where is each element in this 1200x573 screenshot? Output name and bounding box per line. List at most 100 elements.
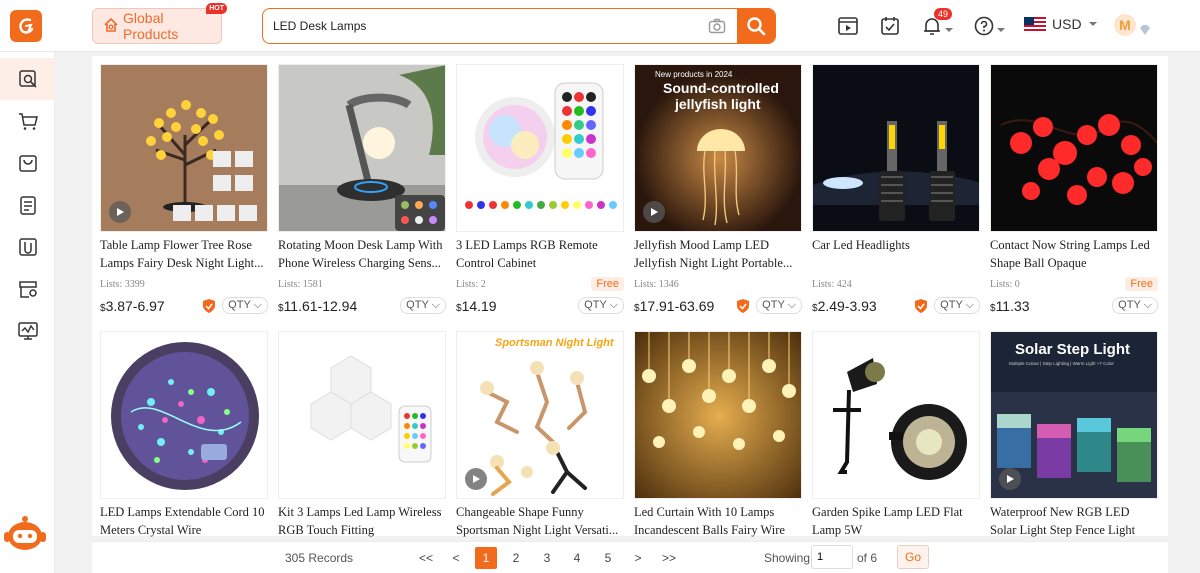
page-number-input[interactable]	[811, 545, 853, 569]
product-card[interactable]: Led Curtain With 10 Lamps Incandescent B…	[634, 331, 802, 539]
play-video-icon[interactable]	[643, 201, 665, 223]
product-card[interactable]: New products in 2024 Sound-controlled jell…	[634, 64, 802, 314]
svg-text:Multiple Colour | Step Lightin: Multiple Colour | Step Lighting | Warm L…	[1009, 361, 1114, 366]
clip-icon	[18, 238, 37, 256]
qty-dropdown[interactable]: QTY ⌵	[1112, 297, 1158, 314]
house-icon	[103, 17, 119, 36]
search-icon	[747, 17, 766, 36]
app-logo[interactable]	[10, 10, 42, 42]
camera-search-icon[interactable]	[697, 9, 737, 43]
showing-label: Showing:	[764, 551, 814, 565]
product-card[interactable]: 3 LED Lamps RGB Remote Control Cabinet L…	[456, 64, 624, 314]
product-image[interactable]: New products in 2024 Sound-controlled jell…	[634, 64, 802, 232]
product-title[interactable]: LED Lamps Extendable Cord 10 Meters Crys…	[100, 503, 268, 539]
avatar[interactable]: M	[1114, 14, 1136, 36]
shipping-shield-icon	[203, 298, 216, 313]
product-title[interactable]: Contact Now String Lamps Led Shape Ball …	[990, 236, 1158, 272]
product-image[interactable]	[100, 64, 268, 232]
product-image[interactable]: Solar Step Light Multiple Colour | Step L…	[990, 331, 1158, 499]
sidebar-item-orders[interactable]	[0, 184, 55, 226]
product-image[interactable]	[278, 64, 446, 232]
product-title[interactable]: Table Lamp Flower Tree Rose Lamps Fairy …	[100, 236, 268, 272]
product-image[interactable]	[278, 331, 446, 499]
product-card[interactable]: Car Led Headlights Lists: 424 $2.49-3.93…	[812, 64, 980, 314]
global-products-button[interactable]: Global Products HOT	[92, 3, 227, 44]
play-video-icon[interactable]	[999, 468, 1021, 490]
product-title[interactable]: 3 LED Lamps RGB Remote Control Cabinet	[456, 236, 624, 272]
product-title[interactable]: Waterproof New RGB LED Solar Light Step …	[990, 503, 1158, 539]
product-lists-count: Lists: 2	[456, 278, 486, 290]
product-image[interactable]	[634, 331, 802, 499]
product-card[interactable]: Garden Spike Lamp LED Flat Lamp 5W	[812, 331, 980, 539]
page-button[interactable]: 4	[566, 547, 588, 569]
qty-dropdown[interactable]: QTY ⌵	[400, 297, 446, 314]
product-image[interactable]	[812, 64, 980, 232]
chevron-down-icon[interactable]	[944, 18, 954, 42]
video-icon[interactable]	[836, 14, 860, 38]
play-video-icon[interactable]	[109, 201, 131, 223]
product-image[interactable]	[990, 64, 1158, 232]
page-button[interactable]: 2	[505, 547, 527, 569]
product-image[interactable]	[812, 331, 980, 499]
qty-dropdown[interactable]: QTY ⌵	[578, 297, 624, 314]
last-page-button[interactable]: >>	[658, 547, 680, 569]
task-check-icon[interactable]	[878, 14, 902, 38]
shipping-shield-icon	[737, 298, 750, 313]
analytics-monitor-icon	[17, 322, 38, 340]
product-image[interactable]: Sportsman Night Light	[456, 331, 624, 499]
product-price: $17.91-63.69	[634, 297, 715, 314]
sidebar-item-cart[interactable]	[0, 100, 55, 142]
store-settings-icon	[18, 281, 37, 298]
svg-text:Sportsman Night Light: Sportsman Night Light	[495, 337, 615, 349]
product-price: $11.33	[990, 297, 1030, 314]
currency-label: USD	[1052, 16, 1082, 32]
product-title[interactable]: Kit 3 Lamps Led Lamp Wireless RGB Touch …	[278, 503, 446, 539]
help-chevron-down-icon[interactable]	[996, 18, 1006, 42]
search-bar	[262, 8, 776, 44]
product-price: $2.49-3.93	[812, 297, 877, 314]
product-title[interactable]: Changeable Shape Funny Sportsman Night L…	[456, 503, 624, 539]
product-card[interactable]: Rotating Moon Desk Lamp With Phone Wirel…	[278, 64, 446, 314]
product-title[interactable]: Jellyfish Mood Lamp LED Jellyfish Night …	[634, 236, 802, 272]
play-video-icon[interactable]	[465, 468, 487, 490]
product-card[interactable]: Kit 3 Lamps Led Lamp Wireless RGB Touch …	[278, 331, 446, 539]
first-page-button[interactable]: <<	[415, 547, 437, 569]
free-shipping-tag: Free	[1125, 277, 1158, 291]
sidebar-item-clip[interactable]	[0, 226, 55, 268]
product-card[interactable]: Contact Now String Lamps Led Shape Ball …	[990, 64, 1158, 314]
product-card[interactable]: Sportsman Night Light Changeable Shape F…	[456, 331, 624, 539]
product-image[interactable]	[456, 64, 624, 232]
product-title[interactable]: Car Led Headlights	[812, 236, 980, 272]
product-image[interactable]	[100, 331, 268, 499]
product-title[interactable]: Garden Spike Lamp LED Flat Lamp 5W	[812, 503, 980, 539]
svg-text:Solar Step Light: Solar Step Light	[1015, 341, 1130, 358]
product-card[interactable]: Solar Step Light Multiple Colour | Step L…	[990, 331, 1158, 539]
qty-dropdown[interactable]: QTY ⌵	[222, 297, 268, 314]
help-icon[interactable]	[972, 14, 996, 38]
sidebar-item-analytics[interactable]	[0, 310, 55, 352]
go-button[interactable]: Go	[897, 545, 929, 569]
qty-dropdown[interactable]: QTY ⌵	[756, 297, 802, 314]
qty-dropdown[interactable]: QTY ⌵	[934, 297, 980, 314]
left-sidebar	[0, 52, 55, 573]
shipping-shield-icon	[915, 298, 928, 313]
avatar-diamond-icon[interactable]	[1138, 18, 1152, 42]
currency-selector[interactable]: USD	[1024, 16, 1098, 32]
sidebar-item-bag[interactable]	[0, 142, 55, 184]
assistant-robot-icon[interactable]	[2, 510, 48, 556]
product-lists-count: Lists: 3399	[100, 278, 145, 290]
search-input[interactable]	[263, 9, 697, 43]
product-title[interactable]: Led Curtain With 10 Lamps Incandescent B…	[634, 503, 802, 539]
search-button[interactable]	[737, 9, 775, 43]
product-title[interactable]: Rotating Moon Desk Lamp With Phone Wirel…	[278, 236, 446, 272]
prev-page-button[interactable]: <	[445, 547, 467, 569]
page-button[interactable]: 1	[475, 547, 497, 569]
product-lists-count: Lists: 424	[812, 278, 852, 290]
next-page-button[interactable]: >	[627, 547, 649, 569]
page-button[interactable]: 3	[536, 547, 558, 569]
product-card[interactable]: LED Lamps Extendable Cord 10 Meters Crys…	[100, 331, 268, 539]
sidebar-item-store[interactable]	[0, 268, 55, 310]
product-card[interactable]: Table Lamp Flower Tree Rose Lamps Fairy …	[100, 64, 268, 314]
sidebar-item-product-search[interactable]	[0, 58, 55, 100]
page-button[interactable]: 5	[597, 547, 619, 569]
